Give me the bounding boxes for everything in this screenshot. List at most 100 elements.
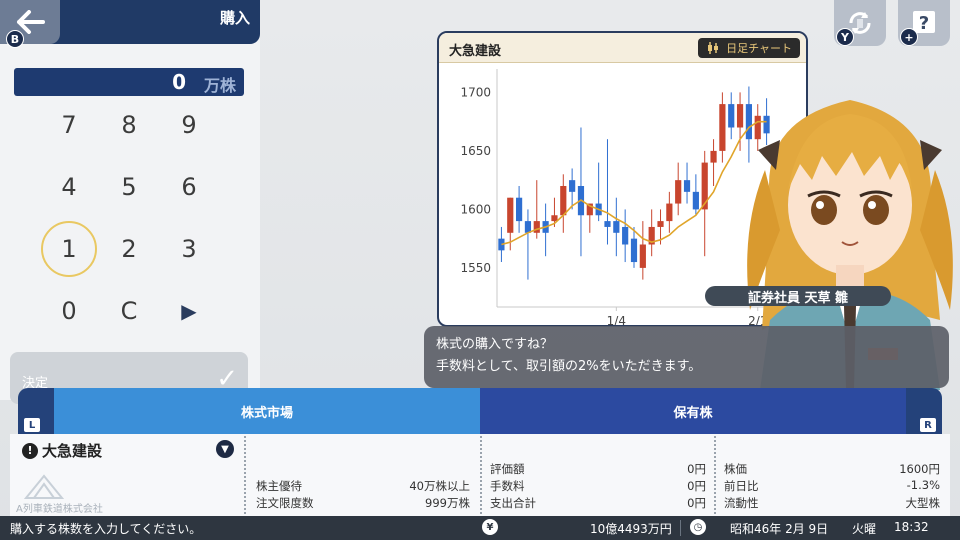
candle-body	[533, 221, 540, 233]
candle-body	[630, 238, 638, 263]
l-button-badge: L	[24, 418, 40, 432]
stock-name[interactable]: ! 大急建設	[22, 440, 102, 461]
company-watermark: A列車鉄道株式会社	[16, 504, 103, 515]
benefit-label: 株主優待	[256, 479, 302, 493]
valuation-label: 評価額	[490, 462, 525, 476]
status-bar: 購入する株数を入力してください。 ¥ 10億4493万円 ◷ 昭和46年 2月 …	[0, 516, 960, 540]
candle-body	[710, 150, 717, 163]
chart-type-button[interactable]: 日足チャート	[698, 38, 800, 58]
refresh-button[interactable]: Y	[834, 0, 886, 46]
key-clear[interactable]: C	[101, 283, 157, 339]
stock-name-label: 大急建設	[42, 442, 103, 460]
moving-average-line	[501, 120, 767, 246]
b-button-badge: B	[6, 30, 24, 48]
key-5[interactable]: 5	[101, 159, 157, 215]
weekday: 火曜	[852, 522, 877, 536]
info-row-price: 株価 1600円	[724, 461, 940, 477]
key-9[interactable]: 9	[161, 97, 217, 153]
candle-body	[683, 180, 691, 192]
clock-icon: ◷	[690, 519, 706, 535]
total-value: 0円	[687, 496, 706, 510]
candle-body	[551, 215, 558, 222]
order-limit-label: 注文限度数	[256, 496, 314, 510]
column-divider	[480, 436, 482, 514]
liquidity-value: 大型株	[905, 496, 941, 510]
purchase-panel: B 購入 0 万株 7 8 9 4 5 6 1 2 3 0 C ▶ 決定 ✓	[0, 0, 260, 404]
purchase-header: B 購入	[0, 0, 260, 48]
info-row-order-limit: 注文限度数 999万株	[256, 495, 470, 511]
change-value: -1.3%	[906, 478, 940, 492]
candle-body	[560, 186, 567, 216]
quantity-value: 0	[172, 70, 186, 94]
candle-body	[657, 221, 664, 227]
candle-body	[719, 104, 726, 151]
liquidity-label: 流動性	[724, 496, 759, 510]
info-row-total: 支出合計 0円	[490, 495, 706, 511]
back-button[interactable]: B	[0, 0, 60, 48]
key-8[interactable]: 8	[101, 97, 157, 153]
game-time: 18:32	[894, 520, 929, 534]
candle-body	[639, 244, 646, 268]
change-label: 前日比	[724, 479, 759, 493]
key-1[interactable]: 1	[41, 221, 97, 277]
column-divider	[244, 436, 246, 514]
tab-stock-market[interactable]: 株式市場	[54, 388, 480, 434]
candle-body	[613, 221, 620, 233]
price-value: 1600円	[899, 462, 940, 476]
quantity-field[interactable]: 0 万株	[14, 68, 244, 96]
dropdown-icon[interactable]: ▼	[216, 440, 234, 458]
r-button-badge: R	[920, 418, 936, 432]
column-divider	[714, 436, 716, 514]
key-6[interactable]: 6	[161, 159, 217, 215]
help-button[interactable]: ? +	[898, 0, 950, 46]
y-tick-label: 1600	[460, 202, 491, 216]
tab-prev-edge[interactable]: L	[18, 388, 54, 434]
game-date: 昭和46年 2月 9日	[730, 522, 829, 536]
fee-value: 0円	[687, 479, 706, 493]
candle-body	[728, 104, 735, 128]
chart-type-label: 日足チャート	[726, 42, 792, 55]
y-tick-label: 1550	[460, 261, 491, 275]
candle-body	[692, 191, 699, 210]
funds-amount: 10億4493万円	[590, 522, 672, 536]
dialogue-line-2: 手数料として、取引額の2%をいただきます。	[436, 359, 702, 374]
y-button-badge: Y	[836, 28, 854, 46]
order-limit-value: 999万株	[425, 496, 470, 510]
info-row-liquidity: 流動性 大型株	[724, 495, 940, 511]
tab-bar: L 株式市場 保有株 R	[18, 388, 942, 434]
page-title: 購入	[219, 9, 250, 27]
candle-body	[666, 203, 673, 222]
info-row-change: 前日比 -1.3%	[724, 478, 940, 494]
key-7[interactable]: 7	[41, 97, 97, 153]
alert-icon: !	[22, 442, 38, 459]
candle-body	[516, 197, 523, 222]
key-0[interactable]: 0	[41, 283, 97, 339]
key-next[interactable]: ▶	[161, 283, 217, 339]
valuation-value: 0円	[687, 462, 706, 476]
character-name-plate: 証券社員 天草 雛	[705, 286, 891, 306]
quantity-unit: 万株	[203, 76, 236, 95]
info-row-benefit: 株主優待 40万株以上	[256, 478, 470, 494]
candle-body	[604, 221, 611, 227]
status-separator	[680, 520, 681, 536]
dialogue-box: 株式の購入ですね？ 手数料として、取引額の2%をいただきます。	[424, 326, 949, 388]
chart-header: 大急建設 日足チャート	[439, 33, 806, 63]
plus-button-badge: +	[900, 28, 918, 46]
candle-body	[524, 221, 532, 233]
key-4[interactable]: 4	[41, 159, 97, 215]
status-message: 購入する株数を入力してください。	[10, 522, 202, 536]
info-row-fee: 手数料 0円	[490, 478, 706, 494]
key-3[interactable]: 3	[161, 221, 217, 277]
chart-title: 大急建設	[449, 44, 502, 59]
info-row-valuation: 評価額 0円	[490, 461, 706, 477]
yen-icon: ¥	[482, 519, 498, 535]
total-label: 支出合計	[490, 496, 536, 510]
tab-next-edge[interactable]: R	[906, 388, 942, 434]
candle-body	[675, 180, 682, 204]
stock-info-panel: ! 大急建設 ▼ A列車鉄道株式会社 株主優待 40万株以上 注文限度数 999…	[10, 434, 950, 516]
fee-label: 手数料	[490, 479, 525, 493]
y-tick-label: 1650	[460, 144, 491, 158]
candle-body	[507, 197, 514, 233]
tab-holdings[interactable]: 保有株	[480, 388, 906, 434]
key-2[interactable]: 2	[101, 221, 157, 277]
